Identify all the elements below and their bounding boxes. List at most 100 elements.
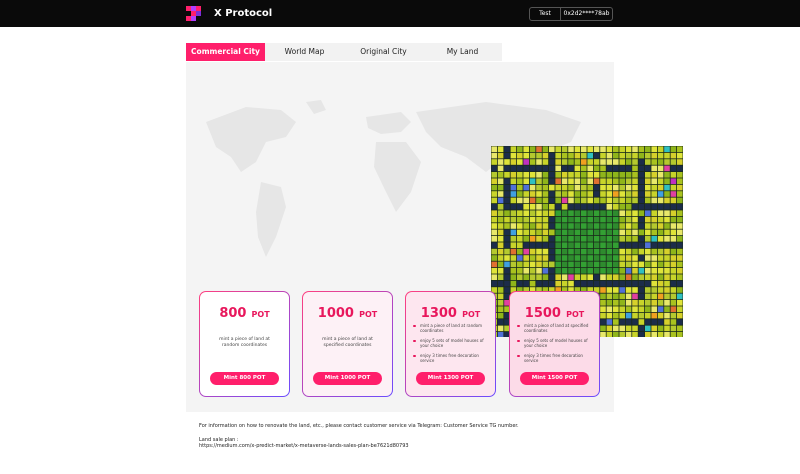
land-tile[interactable] (638, 293, 645, 300)
land-tile[interactable] (510, 223, 517, 229)
park-tile[interactable] (593, 248, 600, 255)
land-tile[interactable] (657, 248, 664, 255)
land-tile[interactable] (510, 274, 517, 280)
land-tile[interactable] (619, 197, 625, 204)
land-tile[interactable] (600, 274, 606, 280)
land-tile[interactable] (657, 146, 664, 152)
land-tile[interactable] (664, 242, 670, 248)
land-tile[interactable] (670, 306, 677, 312)
land-tile[interactable] (523, 210, 529, 216)
land-tile[interactable] (510, 197, 517, 204)
land-tile[interactable] (664, 210, 670, 216)
park-tile[interactable] (561, 216, 568, 223)
land-tile[interactable] (497, 152, 504, 159)
land-tile[interactable] (504, 159, 510, 165)
land-tile[interactable] (536, 236, 542, 242)
land-tile[interactable] (670, 210, 677, 216)
land-tile[interactable] (651, 191, 657, 197)
land-tile[interactable] (677, 261, 683, 268)
land-tile[interactable] (664, 191, 670, 197)
park-tile[interactable] (613, 216, 619, 223)
land-tile[interactable] (625, 204, 632, 210)
land-tile[interactable] (638, 268, 645, 274)
land-tile[interactable] (593, 184, 600, 191)
land-tile[interactable] (491, 152, 497, 159)
land-tile[interactable] (549, 274, 555, 280)
mint-1300-button[interactable]: Mint 1300 POT (416, 372, 485, 385)
wallet-address-button[interactable]: 0x2d2****78ab (561, 7, 613, 21)
land-tile[interactable] (638, 184, 645, 191)
land-tile[interactable] (677, 255, 683, 261)
land-tile[interactable] (657, 204, 664, 210)
land-tile[interactable] (491, 146, 497, 152)
park-tile[interactable] (606, 268, 613, 274)
land-tile[interactable] (632, 184, 638, 191)
land-tile[interactable] (613, 293, 619, 300)
land-tile[interactable] (600, 159, 606, 165)
land-tile[interactable] (504, 210, 510, 216)
land-tile[interactable] (549, 261, 555, 268)
land-tile[interactable] (651, 184, 657, 191)
land-tile[interactable] (613, 280, 619, 287)
land-tile[interactable] (536, 184, 542, 191)
land-tile[interactable] (638, 332, 645, 337)
land-tile[interactable] (549, 159, 555, 165)
tab-commercial-city[interactable]: Commercial City (186, 43, 265, 61)
land-tile[interactable] (529, 216, 536, 223)
land-tile[interactable] (619, 325, 625, 332)
park-tile[interactable] (606, 255, 613, 261)
land-tile[interactable] (581, 184, 587, 191)
land-tile[interactable] (536, 204, 542, 210)
park-tile[interactable] (613, 236, 619, 242)
land-tile[interactable] (625, 280, 632, 287)
land-tile[interactable] (523, 204, 529, 210)
land-tile[interactable] (523, 248, 529, 255)
land-tile[interactable] (523, 184, 529, 191)
land-tile[interactable] (491, 242, 497, 248)
park-tile[interactable] (574, 268, 581, 274)
land-tile[interactable] (619, 178, 625, 184)
land-tile[interactable] (664, 287, 670, 293)
park-tile[interactable] (568, 255, 574, 261)
land-tile[interactable] (625, 274, 632, 280)
park-tile[interactable] (561, 268, 568, 274)
land-tile[interactable] (664, 268, 670, 274)
land-tile[interactable] (613, 306, 619, 312)
land-tile[interactable] (549, 197, 555, 204)
park-tile[interactable] (613, 210, 619, 216)
park-tile[interactable] (555, 210, 561, 216)
land-tile[interactable] (491, 178, 497, 184)
land-tile[interactable] (593, 204, 600, 210)
park-tile[interactable] (561, 255, 568, 261)
land-tile[interactable] (536, 191, 542, 197)
land-tile[interactable] (638, 242, 645, 248)
land-tile[interactable] (625, 312, 632, 319)
land-tile[interactable] (664, 306, 670, 312)
land-tile[interactable] (549, 280, 555, 287)
land-tile[interactable] (497, 236, 504, 242)
park-tile[interactable] (587, 242, 593, 248)
land-tile[interactable] (619, 306, 625, 312)
land-tile[interactable] (529, 152, 536, 159)
land-tile[interactable] (651, 197, 657, 204)
land-tile[interactable] (581, 191, 587, 197)
land-tile[interactable] (587, 146, 593, 152)
land-tile[interactable] (657, 223, 664, 229)
land-tile[interactable] (581, 280, 587, 287)
land-tile[interactable] (491, 223, 497, 229)
land-tile[interactable] (645, 332, 651, 337)
land-tile[interactable] (619, 248, 625, 255)
land-tile[interactable] (651, 172, 657, 178)
park-tile[interactable] (600, 236, 606, 242)
land-tile[interactable] (670, 178, 677, 184)
land-tile[interactable] (491, 268, 497, 274)
land-tile[interactable] (632, 268, 638, 274)
land-tile[interactable] (651, 216, 657, 223)
land-tile[interactable] (523, 242, 529, 248)
land-tile[interactable] (523, 159, 529, 165)
park-tile[interactable] (613, 248, 619, 255)
land-tile[interactable] (619, 210, 625, 216)
park-tile[interactable] (593, 242, 600, 248)
park-tile[interactable] (593, 223, 600, 229)
land-tile[interactable] (638, 325, 645, 332)
